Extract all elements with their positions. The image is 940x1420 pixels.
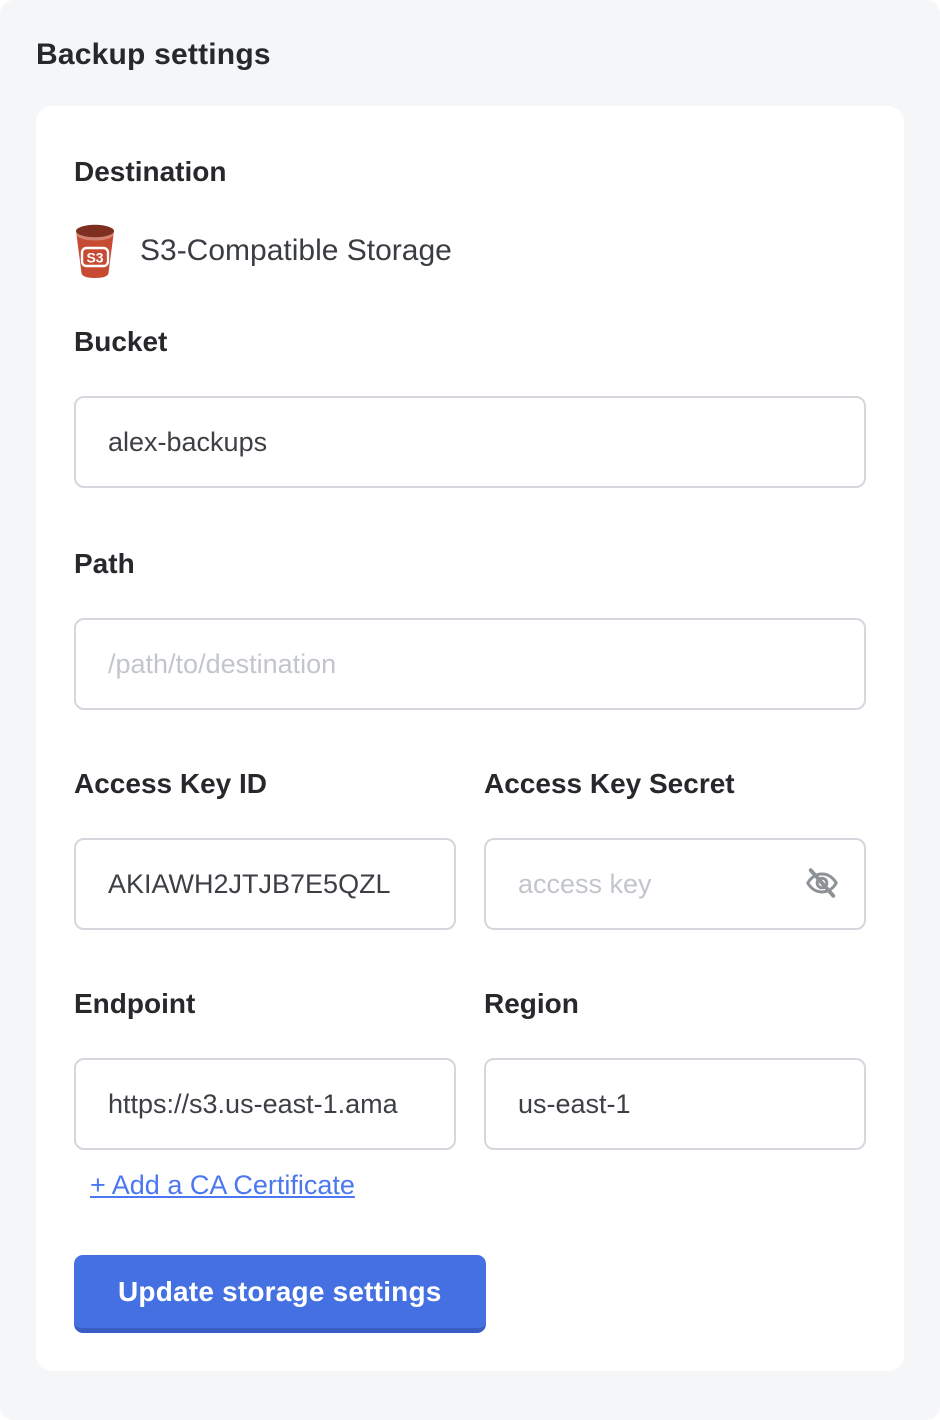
endpoint-field — [74, 1058, 456, 1150]
s3-bucket-icon: S3 — [74, 224, 116, 278]
destination-value-row: S3 S3-Compatible Storage — [74, 224, 866, 278]
endpoint-label: Endpoint — [74, 986, 456, 1022]
access-key-secret-field — [484, 838, 866, 930]
destination-value: S3-Compatible Storage — [140, 234, 452, 268]
toggle-secret-visibility-button[interactable] — [802, 864, 842, 904]
access-key-id-field — [74, 838, 456, 930]
backup-settings-page: Backup settings Destination S3 S3-Compat… — [0, 0, 940, 1420]
access-key-id-input[interactable] — [74, 838, 456, 930]
svg-text:S3: S3 — [86, 250, 103, 266]
region-label: Region — [484, 986, 866, 1022]
bucket-input[interactable] — [74, 396, 866, 488]
backup-settings-card: Destination S3 S3-Compatible Storage Buc… — [36, 106, 904, 1371]
destination-label: Destination — [74, 154, 866, 190]
region-input[interactable] — [484, 1058, 866, 1150]
bucket-label: Bucket — [74, 324, 866, 360]
update-storage-settings-button[interactable]: Update storage settings — [74, 1255, 486, 1333]
path-input[interactable] — [74, 618, 866, 710]
path-label: Path — [74, 546, 866, 582]
access-key-id-label: Access Key ID — [74, 766, 456, 802]
access-key-secret-label: Access Key Secret — [484, 766, 866, 802]
region-field — [484, 1058, 866, 1150]
page-title: Backup settings — [0, 0, 940, 72]
eye-off-icon — [804, 865, 840, 904]
add-ca-certificate-link[interactable]: + Add a CA Certificate — [90, 1170, 355, 1201]
endpoint-input[interactable] — [74, 1058, 456, 1150]
